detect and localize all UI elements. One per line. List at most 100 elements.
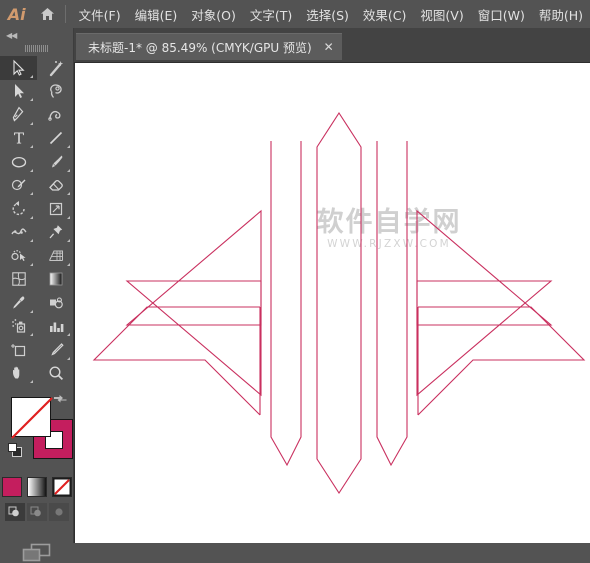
menu-object[interactable]: 对象(O) xyxy=(184,2,243,27)
tool-flyout-indicator[interactable] xyxy=(30,309,33,313)
slice-tool[interactable] xyxy=(37,338,74,362)
default-fill-stroke-icon[interactable] xyxy=(8,443,23,457)
rotate-tool[interactable] xyxy=(0,197,37,221)
tool-flyout-indicator[interactable] xyxy=(30,239,33,242)
fill-color-swatch[interactable] xyxy=(11,397,53,439)
perspective-grid-tool[interactable] xyxy=(37,244,74,268)
line-segment-icon xyxy=(49,132,62,145)
scale-tool[interactable] xyxy=(37,197,74,221)
canvas-area[interactable]: 软件自学网 WWW.RJZXW.COM xyxy=(74,62,590,543)
tool-flyout-indicator[interactable] xyxy=(30,192,33,195)
menu-file[interactable]: 文件(F) xyxy=(72,2,128,27)
tool-flyout-indicator[interactable] xyxy=(30,333,33,336)
shape-builder-tool[interactable] xyxy=(0,244,37,268)
menu-edit[interactable]: 编辑(E) xyxy=(128,2,185,27)
ellipse-tool[interactable] xyxy=(0,150,37,174)
pen-icon xyxy=(12,106,23,122)
swap-fill-stroke-icon[interactable] xyxy=(53,393,67,407)
none-swatch-button[interactable] xyxy=(51,477,72,497)
ellipse-icon xyxy=(11,156,26,168)
artboard-tool[interactable] xyxy=(0,338,37,362)
curvature-icon xyxy=(47,110,60,121)
change-screen-mode-button[interactable] xyxy=(0,543,73,563)
tool-grid: T xyxy=(0,56,73,385)
collapse-panel-button[interactable]: ◀◀ xyxy=(0,28,73,42)
direct-arrow-icon xyxy=(14,84,24,99)
paintbrush-tool[interactable] xyxy=(37,150,74,174)
inner-bar-right-path xyxy=(376,141,408,467)
draw-normal-button[interactable] xyxy=(4,503,25,521)
pen-tool[interactable] xyxy=(0,103,37,127)
upper-wing-right-path xyxy=(416,209,553,326)
column-graph-tool[interactable] xyxy=(37,315,74,339)
gradient-icon xyxy=(49,272,62,286)
tool-flyout-indicator[interactable] xyxy=(67,215,70,219)
gradient-swatch-button[interactable] xyxy=(26,477,47,497)
tool-flyout-indicator[interactable] xyxy=(67,145,70,148)
mesh-icon xyxy=(11,272,26,286)
lasso-tool[interactable] xyxy=(37,80,74,104)
width-tool[interactable] xyxy=(0,221,37,245)
document-tab[interactable]: 未标题-1* @ 85.49% (CMYK/GPU 预览) ✕ xyxy=(76,33,342,60)
menu-select[interactable]: 选择(S) xyxy=(299,2,356,27)
fill-stroke-controls xyxy=(0,389,73,475)
menu-window[interactable]: 窗口(W) xyxy=(471,2,532,27)
free-transform-tool[interactable] xyxy=(37,221,74,245)
mesh-tool[interactable] xyxy=(0,268,37,292)
menu-help[interactable]: 帮助(H) xyxy=(532,2,590,27)
central-arrow-path xyxy=(316,111,362,495)
artboard-icon xyxy=(10,343,25,356)
document-tab-title: 未标题-1* @ 85.49% (CMYK/GPU 预览) xyxy=(88,40,312,55)
diamond-arrow-vector-artwork[interactable] xyxy=(75,63,590,543)
ai-logo: Ai xyxy=(7,4,26,24)
magic-wand-tool[interactable] xyxy=(37,56,74,80)
draw-behind-button[interactable] xyxy=(26,503,47,521)
tool-panel: ◀◀ T xyxy=(0,28,74,562)
tool-flyout-indicator[interactable] xyxy=(67,168,70,172)
svg-text:T: T xyxy=(13,130,23,148)
tool-flyout-indicator[interactable] xyxy=(30,168,33,172)
menu-type[interactable]: 文字(T) xyxy=(243,2,299,27)
menu-view[interactable]: 视图(V) xyxy=(413,2,470,27)
tool-flyout-indicator[interactable] xyxy=(30,380,33,383)
tool-flyout-indicator[interactable] xyxy=(67,239,70,242)
bar-chart-icon xyxy=(49,322,63,333)
tool-flyout-indicator[interactable] xyxy=(30,121,33,125)
draw-inside-button[interactable] xyxy=(48,503,69,521)
eraser-tool[interactable] xyxy=(37,174,74,198)
tool-flyout-indicator[interactable] xyxy=(30,145,33,148)
tool-flyout-indicator[interactable] xyxy=(30,98,33,101)
type-tool[interactable]: T xyxy=(0,127,37,151)
menu-effect[interactable]: 效果(C) xyxy=(356,2,413,27)
close-icon[interactable]: ✕ xyxy=(324,41,334,53)
zoom-tool[interactable] xyxy=(37,362,74,386)
direct-selection-tool[interactable] xyxy=(0,80,37,104)
symbol-sprayer-tool[interactable] xyxy=(0,315,37,339)
curvature-tool[interactable] xyxy=(37,103,74,127)
tool-flyout-indicator[interactable] xyxy=(67,262,70,266)
panel-drag-handle[interactable] xyxy=(0,42,73,54)
magnifier-icon xyxy=(48,366,63,381)
pushpin-icon xyxy=(49,225,62,239)
tool-flyout-indicator[interactable] xyxy=(30,74,33,78)
line-segment-tool[interactable] xyxy=(37,127,74,151)
selection-tool[interactable] xyxy=(0,56,37,80)
arrow-cursor-icon xyxy=(12,59,25,76)
eyedropper-tool[interactable] xyxy=(0,291,37,315)
magic-wand-icon xyxy=(49,60,63,76)
hand-tool[interactable] xyxy=(0,362,37,386)
tool-flyout-indicator[interactable] xyxy=(30,262,33,266)
gradient-tool[interactable] xyxy=(37,268,74,292)
tool-flyout-indicator[interactable] xyxy=(67,333,70,336)
blend-tool[interactable] xyxy=(37,291,74,315)
color-mode-buttons xyxy=(0,477,73,497)
home-icon[interactable] xyxy=(33,0,62,28)
width-warp-icon xyxy=(10,228,27,235)
tool-flyout-indicator[interactable] xyxy=(67,356,70,360)
color-swatch-button[interactable] xyxy=(1,477,22,497)
symbol-sprayer-icon xyxy=(11,319,25,333)
tool-flyout-indicator[interactable] xyxy=(30,215,33,219)
shaper-tool[interactable] xyxy=(0,174,37,198)
tool-flyout-indicator[interactable] xyxy=(67,192,70,195)
upper-wing-left-path xyxy=(125,209,262,326)
